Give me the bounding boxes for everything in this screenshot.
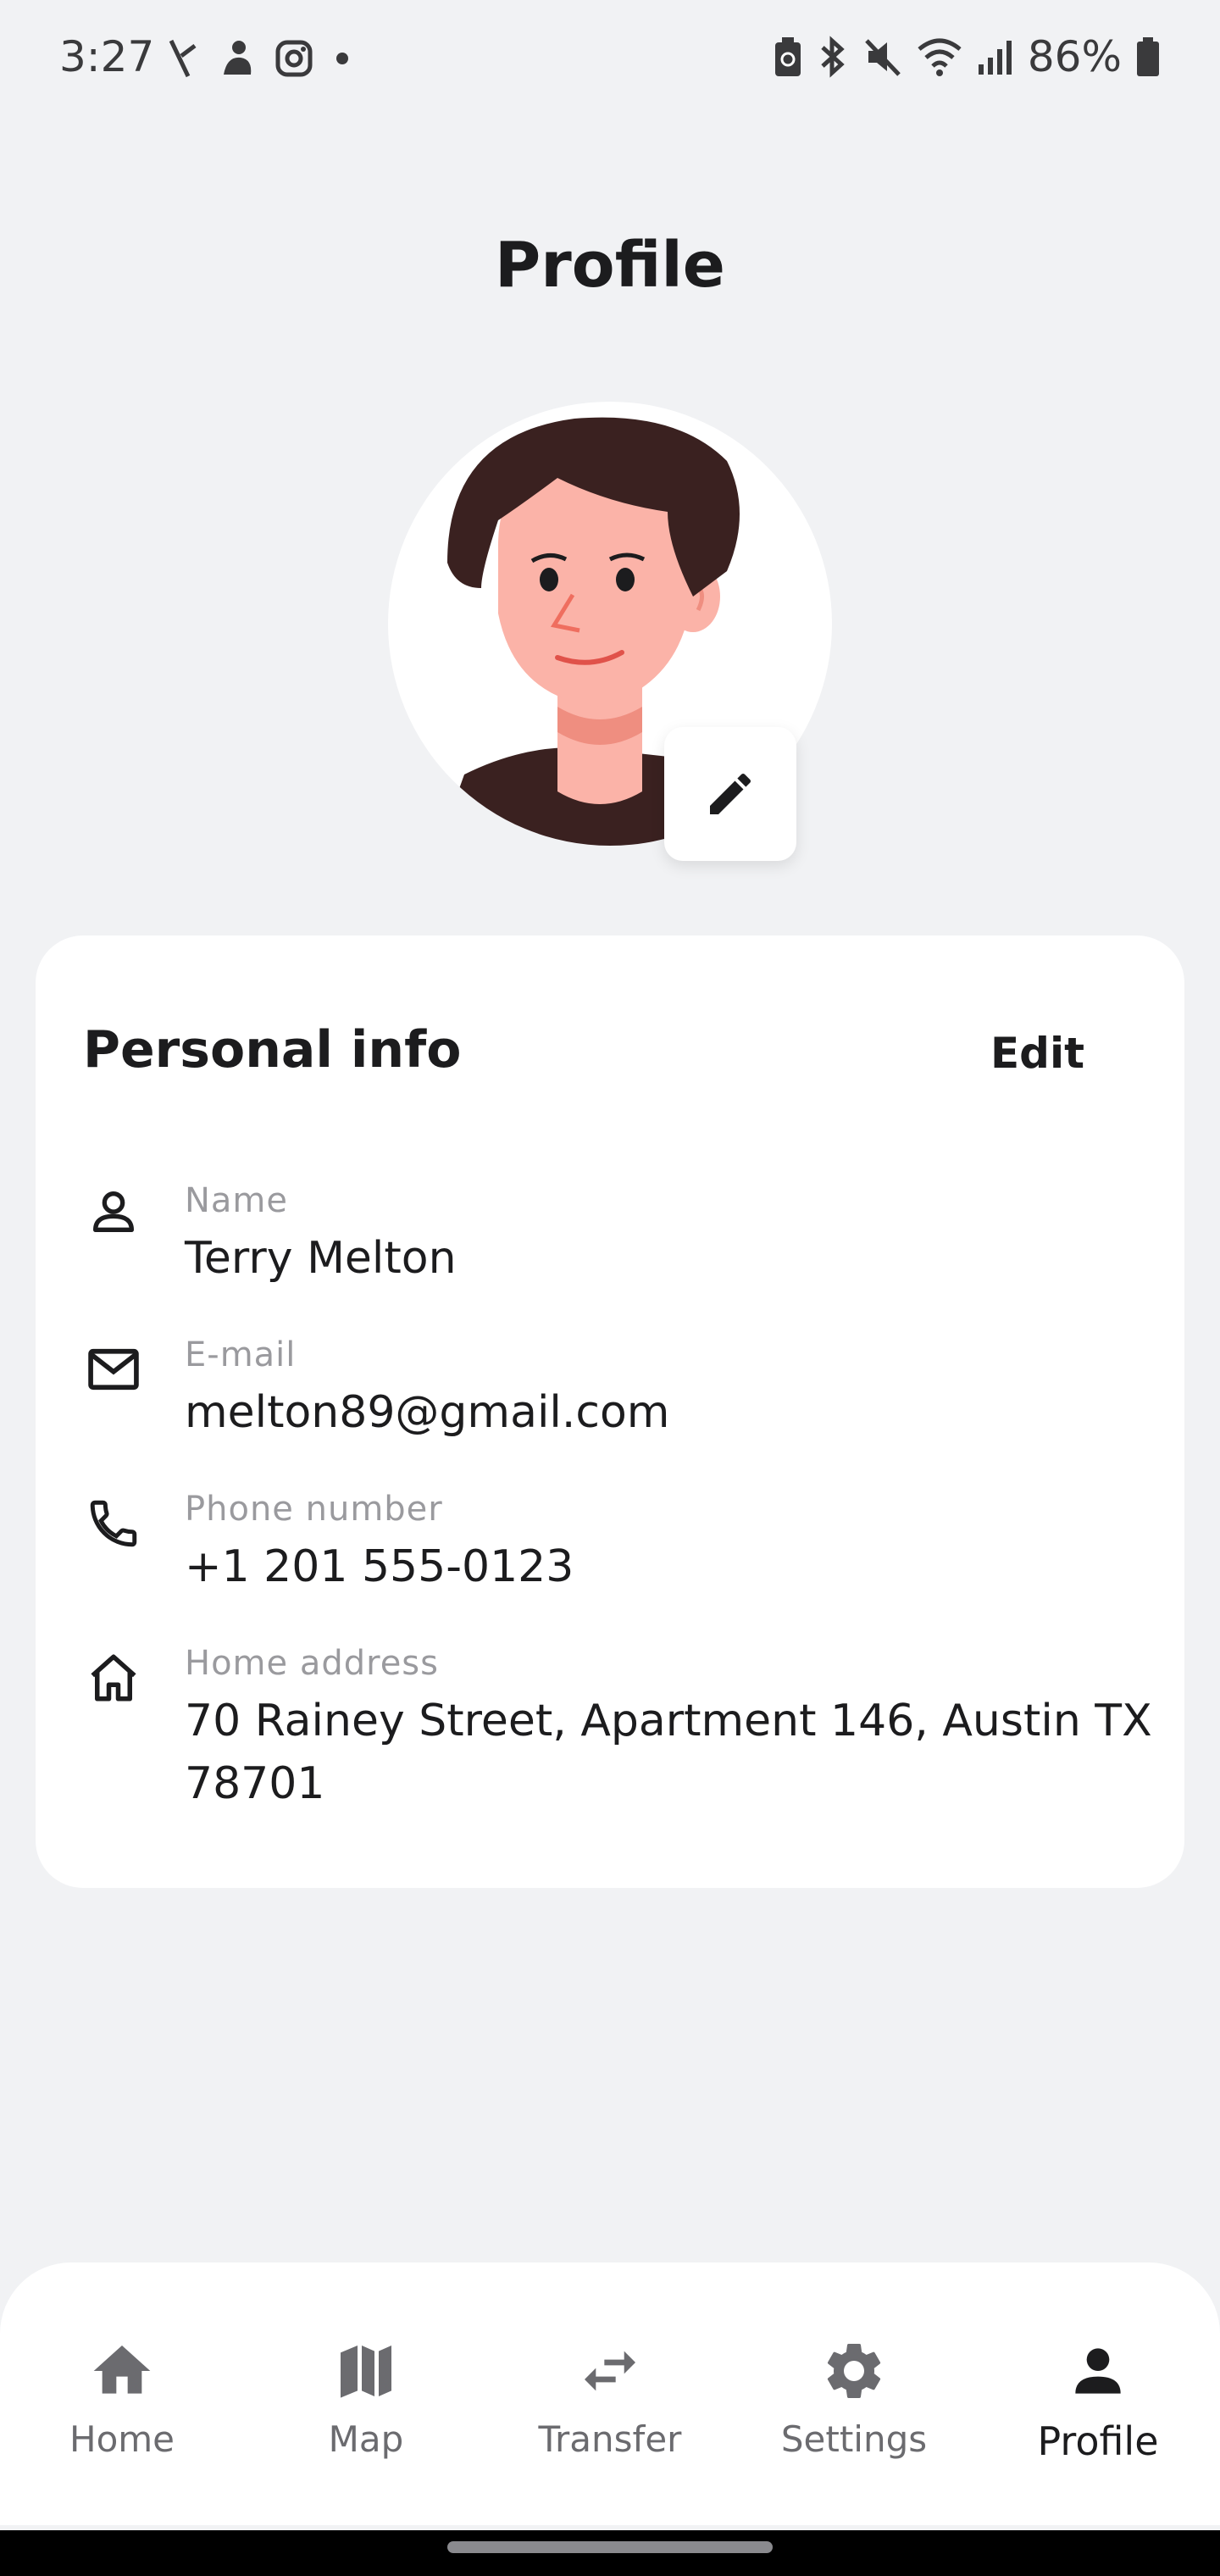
instagram-icon bbox=[275, 40, 313, 77]
home-outline-icon bbox=[83, 1647, 144, 1708]
person-icon bbox=[83, 1181, 144, 1242]
mute-icon bbox=[865, 39, 901, 76]
info-label-name: Name bbox=[185, 1181, 289, 1220]
fingerprint-icon bbox=[224, 41, 252, 75]
nav-item-map[interactable]: Map bbox=[244, 2335, 488, 2460]
nav-item-home[interactable]: Home bbox=[0, 2335, 244, 2460]
personal-info-card: Personal info Edit Name Terry Melton E-m… bbox=[36, 935, 1184, 1888]
info-label-phone: Phone number bbox=[185, 1490, 443, 1529]
gear-icon bbox=[818, 2335, 890, 2407]
dot-icon bbox=[336, 53, 348, 64]
pencil-icon bbox=[710, 773, 751, 814]
cellular-icon bbox=[978, 41, 1012, 75]
phone-icon bbox=[83, 1493, 144, 1554]
bluetooth-icon bbox=[821, 36, 845, 78]
info-label-email: E-mail bbox=[185, 1335, 297, 1374]
map-icon bbox=[330, 2335, 402, 2407]
battery-saver-icon bbox=[774, 37, 801, 76]
info-value-phone: +1 201 555-0123 bbox=[185, 1541, 574, 1592]
nav-item-transfer[interactable]: Transfer bbox=[488, 2335, 732, 2460]
info-value-address: 70 Rainey Street, Apartment 146, Austin … bbox=[185, 1696, 1152, 1809]
transfer-icon bbox=[574, 2335, 646, 2407]
info-value-name: Terry Melton bbox=[185, 1233, 457, 1284]
info-label-address: Home address bbox=[185, 1644, 439, 1683]
nav-label-map: Map bbox=[328, 2418, 404, 2460]
nav-label-settings: Settings bbox=[780, 2418, 928, 2460]
page-title: Profile bbox=[495, 229, 725, 302]
personal-info-title: Personal info bbox=[83, 1020, 462, 1080]
mail-icon bbox=[83, 1339, 144, 1400]
wifi-icon bbox=[918, 38, 962, 76]
status-left-icons bbox=[166, 37, 352, 80]
nav-item-profile[interactable]: Profile bbox=[976, 2335, 1220, 2464]
battery-percent: 86% bbox=[1027, 32, 1122, 81]
personal-info-edit-button[interactable]: Edit bbox=[990, 1029, 1084, 1078]
status-right: 86% bbox=[774, 32, 1161, 81]
nav-item-settings[interactable]: Settings bbox=[732, 2335, 976, 2460]
status-bar: 3:27 86% bbox=[0, 0, 1220, 119]
avatar-edit-button[interactable] bbox=[664, 727, 796, 861]
signal-strike-icon bbox=[169, 39, 197, 78]
nav-label-profile: Profile bbox=[1037, 2418, 1159, 2464]
battery-icon bbox=[1137, 37, 1159, 76]
bottom-nav: Home Map Transfer Settings Profile bbox=[0, 2262, 1220, 2525]
person-icon bbox=[1062, 2335, 1134, 2407]
home-gesture-handle[interactable] bbox=[447, 2541, 773, 2553]
nav-label-home: Home bbox=[69, 2418, 175, 2460]
nav-label-transfer: Transfer bbox=[538, 2418, 682, 2460]
home-icon bbox=[86, 2335, 158, 2407]
info-value-email: melton89@gmail.com bbox=[185, 1387, 670, 1438]
system-gesture-bar bbox=[0, 2530, 1220, 2576]
status-time: 3:27 bbox=[59, 32, 155, 81]
